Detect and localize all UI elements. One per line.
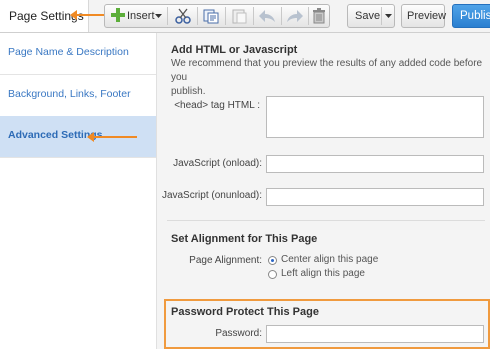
description-line: We recommend that you preview the result… — [171, 58, 483, 83]
sidebar-item-label: Background, Links, Footer — [8, 88, 131, 100]
chevron-down-icon — [155, 14, 162, 19]
description-line: publish. — [171, 86, 206, 97]
sidebar-item-page-name[interactable]: Page Name & Description — [0, 33, 156, 75]
undo-icon — [258, 9, 276, 23]
copy-icon — [203, 8, 219, 24]
callout-arrow-advanced-settings — [87, 132, 137, 142]
undo-button[interactable] — [255, 5, 279, 27]
password-section-title: Password Protect This Page — [171, 306, 319, 318]
paste-button[interactable] — [227, 5, 251, 27]
divider — [281, 7, 282, 25]
toolbar: Page Settings Insert Save Preview Publis — [0, 0, 490, 33]
head-html-textarea[interactable] — [266, 96, 484, 138]
html-section-description: We recommend that you preview the result… — [171, 57, 490, 99]
delete-button[interactable] — [309, 5, 329, 27]
settings-sidebar: Page Name & Description Background, Link… — [0, 33, 157, 349]
alignment-section-title: Set Alignment for This Page — [171, 233, 318, 245]
scissors-icon — [175, 8, 191, 24]
redo-button[interactable] — [283, 5, 307, 27]
plus-icon — [111, 8, 125, 22]
insert-button[interactable]: Insert — [105, 5, 165, 27]
copy-button[interactable] — [199, 5, 223, 27]
save-label: Save — [355, 10, 381, 22]
save-button[interactable]: Save — [348, 5, 380, 27]
center-align-label[interactable]: Center align this page — [281, 253, 378, 267]
insert-label: Insert — [127, 10, 155, 22]
trash-icon — [312, 8, 326, 24]
divider — [253, 7, 254, 25]
left-align-label[interactable]: Left align this page — [281, 267, 365, 281]
save-button-group: Save — [347, 4, 395, 28]
save-dropdown-button[interactable] — [382, 5, 395, 27]
onunload-label: JavaScript (onunload): — [161, 190, 262, 201]
password-section: Password Protect This Page Password: — [164, 299, 490, 349]
onload-input[interactable] — [266, 155, 484, 173]
divider — [197, 7, 198, 25]
chevron-down-icon — [385, 14, 392, 19]
password-input[interactable] — [266, 325, 484, 343]
sidebar-item-label: Page Name & Description — [8, 46, 129, 58]
edit-button-group: Insert — [104, 4, 330, 28]
paste-icon — [231, 8, 247, 24]
divider — [167, 7, 168, 25]
head-html-label: <head> tag HTML : — [174, 100, 260, 111]
preview-button[interactable]: Preview — [401, 4, 447, 28]
divider — [167, 220, 485, 221]
onunload-input[interactable] — [266, 188, 484, 206]
center-align-radio[interactable] — [268, 256, 277, 265]
publish-label: Publish — [460, 10, 490, 22]
cut-button[interactable] — [171, 5, 195, 27]
left-align-radio[interactable] — [268, 270, 277, 279]
divider — [225, 7, 226, 25]
onload-label: JavaScript (onload): — [173, 158, 262, 169]
preview-label: Preview — [407, 10, 447, 22]
publish-button[interactable]: Publish — [452, 4, 490, 28]
page-alignment-label: Page Alignment: — [189, 255, 262, 266]
sidebar-item-background[interactable]: Background, Links, Footer — [0, 75, 156, 117]
redo-icon — [286, 9, 304, 23]
html-section-title: Add HTML or Javascript — [171, 44, 298, 56]
password-label: Password: — [215, 328, 262, 339]
